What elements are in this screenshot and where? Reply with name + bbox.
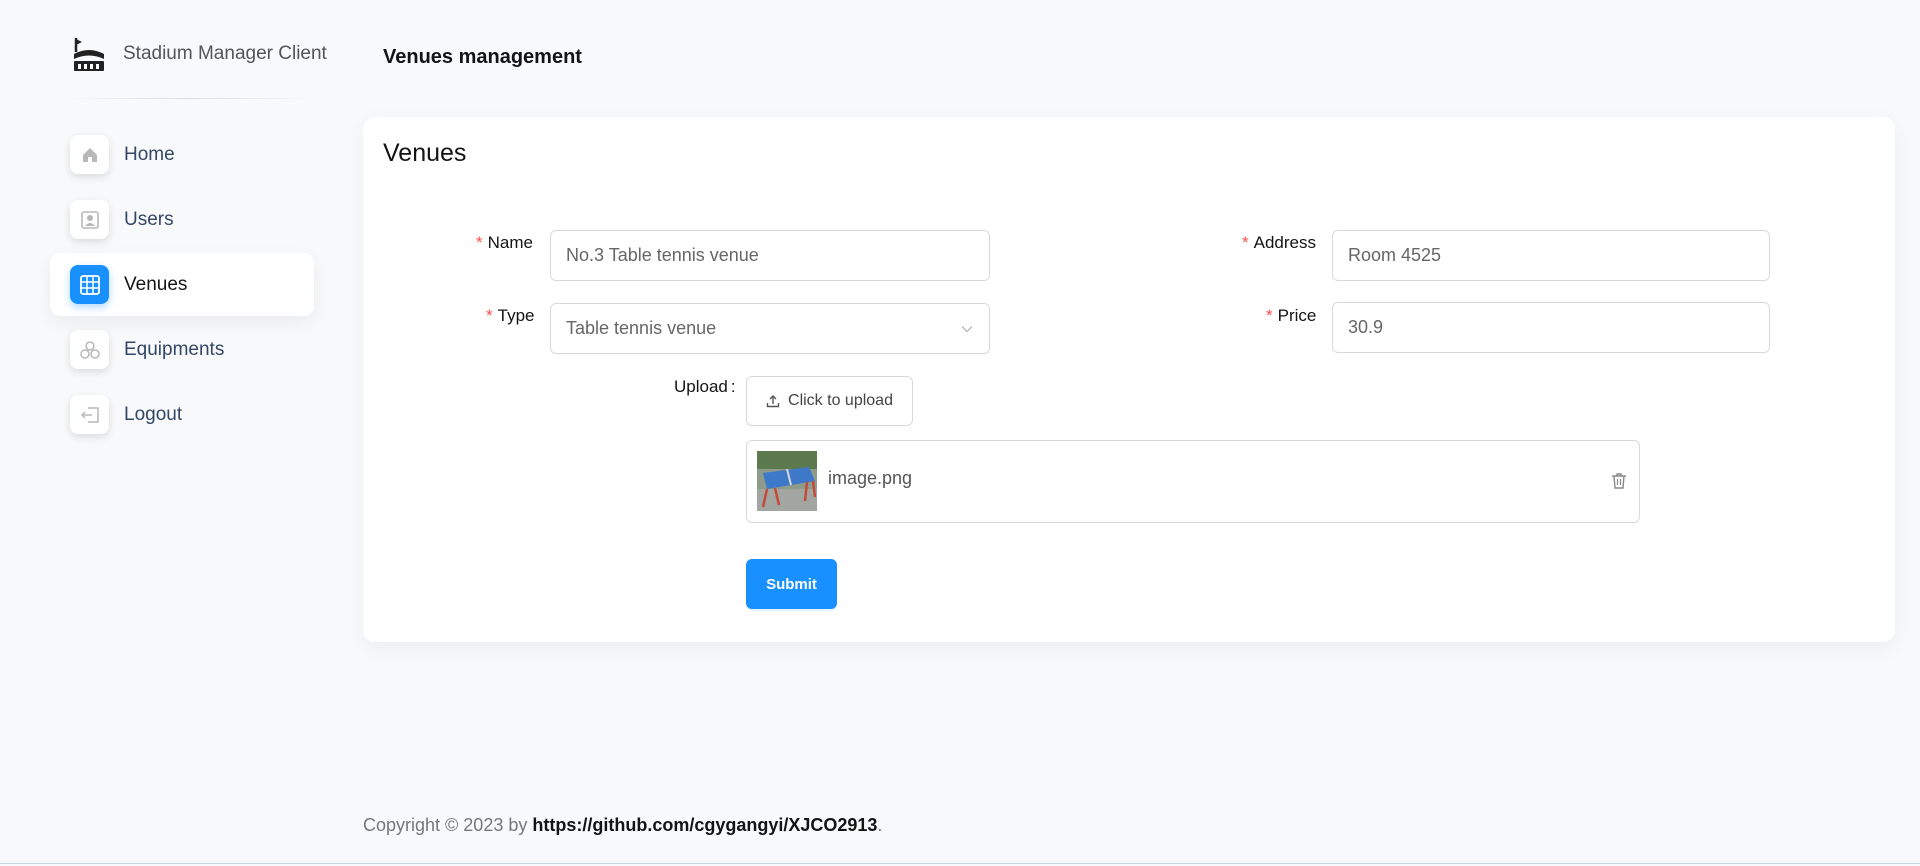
uploaded-file-item: image.png (746, 440, 1640, 523)
upload-label-colon: : (730, 377, 736, 396)
submit-button[interactable]: Submit (746, 559, 837, 609)
sidebar-item-venues[interactable]: Venues (50, 253, 314, 316)
price-input[interactable] (1348, 317, 1754, 338)
name-field[interactable] (550, 230, 990, 281)
home-icon (70, 135, 109, 174)
sidebar-item-label: Venues (124, 273, 188, 295)
required-mark: * (1242, 233, 1249, 252)
type-select[interactable]: Table tennis venue (550, 303, 990, 354)
sidebar-item-home[interactable]: Home (50, 123, 314, 186)
table-icon (70, 265, 109, 304)
address-label: * Address (1242, 233, 1316, 253)
image-thumbnail[interactable] (757, 451, 817, 511)
price-field[interactable] (1332, 302, 1770, 353)
sidebar-item-logout[interactable]: Logout (50, 383, 314, 446)
page-title: Venues management (383, 46, 582, 68)
sidebar-nav: Home Users Venues Equipments Logout (50, 123, 314, 448)
name-input[interactable] (566, 245, 974, 266)
footer-suffix: . (877, 815, 883, 835)
footer-github-link[interactable]: https://github.com/cgygangyi/XJCO2913 (532, 815, 877, 835)
footer-prefix: Copyright © 2023 by (363, 815, 533, 835)
upload-label: Upload: (674, 377, 736, 397)
required-mark: * (476, 233, 483, 252)
upload-button[interactable]: Click to upload (746, 376, 913, 426)
user-icon (70, 200, 109, 239)
file-name: image.png (828, 468, 913, 488)
venues-card: Venues *Name *Address *Type Table tennis… (363, 117, 1895, 642)
stadium-logo-icon (74, 38, 104, 71)
type-label-text: Type (497, 306, 535, 325)
logout-icon (70, 395, 109, 434)
type-select-value: Table tennis venue (566, 318, 717, 338)
name-label-text: Name (487, 233, 533, 252)
brand-divider (64, 98, 314, 99)
sidebar-item-label: Users (124, 208, 174, 230)
price-label-text: Price (1277, 306, 1317, 325)
sidebar-item-equipments[interactable]: Equipments (50, 318, 314, 381)
required-mark: * (486, 306, 493, 325)
sidebar-item-label: Logout (124, 403, 183, 425)
upload-label-text: Upload (674, 377, 728, 396)
required-mark: * (1266, 306, 1273, 325)
sidebar-item-label: Home (124, 143, 175, 165)
bottom-divider (0, 863, 1920, 864)
footer-copyright: Copyright © 2023 by https://github.com/c… (363, 815, 882, 836)
equipments-icon (70, 330, 109, 369)
upload-icon (766, 395, 780, 408)
delete-icon[interactable] (1609, 471, 1629, 491)
app-root: Stadium Manager Client Home Users Venues (0, 0, 1920, 866)
type-label: * Type (486, 306, 534, 326)
brand[interactable]: Stadium Manager Client (72, 36, 327, 72)
name-label: * Name (476, 233, 533, 253)
address-field[interactable] (1332, 230, 1770, 281)
chevron-down-icon (961, 326, 973, 333)
sidebar-item-label: Equipments (124, 338, 225, 360)
sidebar-item-users[interactable]: Users (50, 188, 314, 251)
upload-button-label: Click to upload (788, 392, 893, 409)
price-label: * Price (1266, 306, 1316, 326)
card-title: Venues (383, 139, 467, 167)
brand-name: Stadium Manager Client (123, 43, 327, 64)
address-label-text: Address (1253, 233, 1316, 252)
address-input[interactable] (1348, 245, 1754, 266)
